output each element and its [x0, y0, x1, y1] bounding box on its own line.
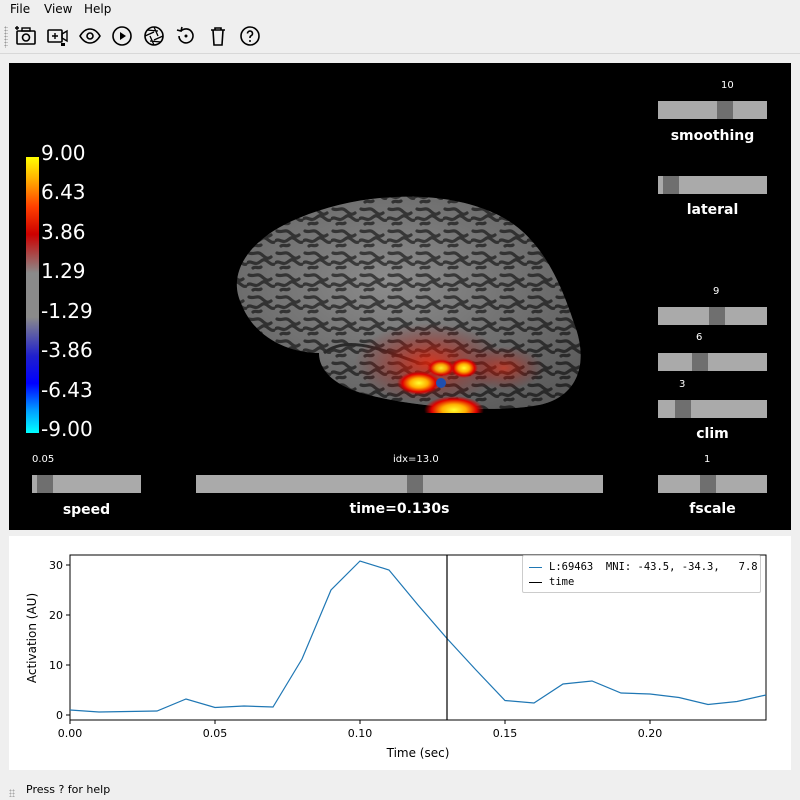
time-label: time=0.130s — [349, 501, 450, 517]
x-tick-label: 0.00 — [58, 727, 83, 740]
colorbar-tick-label: 3.86 — [41, 220, 86, 244]
toolbar — [0, 18, 800, 54]
size-grip[interactable] — [9, 789, 15, 797]
x-tick-label: 0.20 — [638, 727, 663, 740]
time-slider[interactable] — [196, 475, 603, 493]
colorbar — [26, 157, 39, 433]
clim-mid-slider[interactable] — [658, 353, 767, 371]
legend-entry-series: L:69463 MNI: -43.5, -34.3, 7.8 — [529, 560, 758, 574]
clim-high-slider-handle[interactable] — [709, 307, 725, 325]
clear-button[interactable] — [204, 22, 232, 50]
fscale-slider-handle[interactable] — [700, 475, 716, 493]
clim-low-slider-handle[interactable] — [675, 400, 691, 418]
time-index-value: idx=13.0 — [393, 454, 439, 465]
y-tick-label: 20 — [49, 609, 63, 622]
y-axis-label: Activation (AU) — [25, 593, 39, 683]
screenshot-button[interactable] — [12, 22, 40, 50]
toggle-interface-button[interactable] — [76, 22, 104, 50]
x-tick-label: 0.15 — [493, 727, 518, 740]
colorbar-tick-label: 9.00 — [41, 141, 86, 165]
legend-entry-time: time — [529, 575, 574, 589]
colorbar-tick-label: -1.29 — [41, 299, 93, 323]
restore-icon — [176, 26, 194, 44]
lateral-slider[interactable] — [658, 176, 767, 194]
legend-series-label: L:69463 MNI: -43.5, -34.3, 7.8 — [549, 561, 758, 573]
fscale-label: fscale — [689, 501, 736, 517]
clim-label: clim — [696, 426, 729, 442]
x-axis-label: Time (sec) — [386, 746, 450, 760]
time-slider-handle[interactable] — [407, 475, 423, 493]
clim-mid-value: 6 — [696, 332, 703, 343]
movie-button[interactable] — [44, 22, 72, 50]
smoothing-slider-handle[interactable] — [717, 101, 733, 119]
colorbar-tick-label: 1.29 — [41, 259, 86, 283]
legend-swatch-time — [529, 581, 542, 583]
legend-swatch-series — [529, 566, 542, 568]
y-tick-label: 0 — [56, 709, 63, 722]
x-tick-label: 0.10 — [348, 727, 373, 740]
speed-slider-handle[interactable] — [37, 475, 53, 493]
play-button[interactable] — [108, 22, 136, 50]
clim-high-slider[interactable] — [658, 307, 767, 325]
reset-camera-button[interactable] — [140, 22, 168, 50]
legend-time-label: time — [549, 576, 575, 588]
clim-low-slider[interactable] — [658, 400, 767, 418]
clim-mid-slider-handle[interactable] — [692, 353, 708, 371]
restore-button[interactable] — [172, 22, 200, 50]
brain-surface-image[interactable] — [219, 183, 589, 413]
clim-low-value: 3 — [679, 379, 686, 390]
aperture-icon — [144, 26, 164, 46]
fscale-slider[interactable] — [658, 475, 767, 493]
lateral-slider-handle[interactable] — [663, 176, 679, 194]
smoothing-value: 10 — [721, 80, 734, 91]
x-tick-label: 0.05 — [203, 727, 228, 740]
menu-view[interactable]: View — [44, 2, 72, 16]
y-tick-label: 10 — [49, 659, 63, 672]
smoothing-slider[interactable] — [658, 101, 767, 119]
colorbar-tick-label: -9.00 — [41, 417, 93, 441]
eye-icon — [79, 28, 101, 44]
lateral-label: lateral — [686, 202, 739, 218]
y-tick-label: 30 — [49, 559, 63, 572]
menu-bar: File View Help — [0, 0, 800, 18]
help-button[interactable] — [236, 22, 264, 50]
time-course-panel: 0.00 0.05 0.10 0.15 0.20 0 10 20 30 Time (sec) A… — [9, 536, 791, 770]
smoothing-label: smoothing — [670, 128, 755, 144]
camera-icon — [15, 26, 36, 45]
menu-help[interactable]: Help — [84, 2, 111, 16]
plot-legend: L:69463 MNI: -43.5, -34.3, 7.8 time — [522, 555, 761, 593]
play-icon — [112, 26, 132, 46]
colorbar-tick-label: -6.43 — [41, 378, 93, 402]
fscale-value: 1 — [704, 454, 711, 465]
menu-file[interactable]: File — [10, 2, 30, 16]
vertex-marker — [436, 378, 446, 388]
movie-camera-icon — [47, 29, 68, 46]
help-icon — [240, 26, 260, 46]
speed-slider[interactable] — [32, 475, 141, 493]
status-bar: Press ? for help — [0, 779, 800, 800]
clim-high-value: 9 — [713, 286, 720, 297]
brain-viewer[interactable]: 9.00 6.43 3.86 1.29 -1.29 -3.86 -6.43 -9.00 — [9, 63, 791, 530]
toolbar-grip[interactable] — [4, 26, 8, 48]
colorbar-tick-label: -3.86 — [41, 338, 93, 362]
speed-label: speed — [62, 502, 111, 518]
status-text: Press ? for help — [26, 783, 111, 796]
speed-value: 0.05 — [32, 454, 55, 465]
colorbar-tick-label: 6.43 — [41, 180, 86, 204]
trash-icon — [211, 27, 225, 46]
